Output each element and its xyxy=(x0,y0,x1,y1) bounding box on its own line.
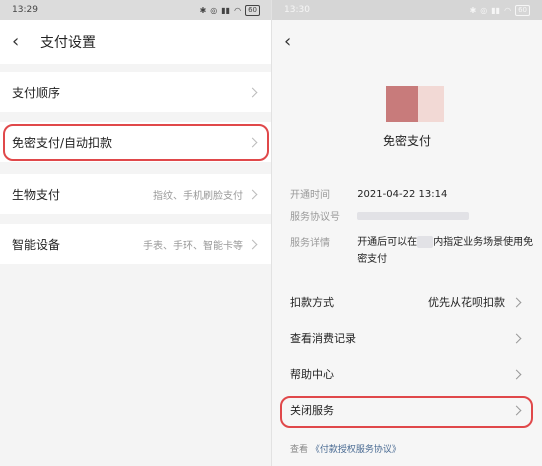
help-center-row[interactable]: 帮助中心 xyxy=(272,356,542,392)
nav-bar: ‹ 支付设置 xyxy=(0,20,272,64)
menu-item-value: 手表、手环、智能卡等 xyxy=(143,240,243,252)
menu-item-label: 生物支付 xyxy=(12,187,61,202)
consumption-records-row[interactable]: 查看消费记录 xyxy=(272,320,542,356)
menu-item-smart-devices[interactable]: 智能设备 手表、手环、智能卡等 xyxy=(0,224,272,264)
menu-item-label: 智能设备 xyxy=(12,237,61,252)
deduction-method-row[interactable]: 扣款方式 优先从花呗扣款 xyxy=(272,284,542,320)
menu-item-label: 支付顺序 xyxy=(12,85,61,100)
chevron-right-icon xyxy=(247,87,258,97)
battery-icon: 60 xyxy=(515,4,530,16)
menu-item-password-free-payment[interactable]: 免密支付/自动扣款 xyxy=(0,122,272,162)
alarm-icon: ◎ xyxy=(480,5,488,15)
status-bar: 13:29 ✱ ◎ ▮▮ ◠ 60 xyxy=(0,0,272,20)
menu-item-biometric-payment[interactable]: 生物支付 指纹、手机刷脸支付 xyxy=(0,174,272,214)
status-icons: ✱ ◎ ▮▮ ◠ 60 xyxy=(199,4,260,16)
status-time: 13:29 xyxy=(12,5,38,15)
wifi-icon: ◠ xyxy=(504,5,512,15)
payment-settings-screen: 13:29 ✱ ◎ ▮▮ ◠ 60 ‹ 支付设置 支付顺序 免密支付/自动扣款 … xyxy=(0,0,272,466)
info-label: 开通时间 xyxy=(290,190,330,201)
info-service-detail: 服务详情 开通后可以在 内指定业务场景使用免密支付 xyxy=(290,234,535,268)
chevron-right-icon xyxy=(511,333,522,343)
info-label: 服务协议号 xyxy=(290,212,340,223)
info-value-redacted xyxy=(357,208,535,225)
info-label: 服务详情 xyxy=(290,238,330,249)
info-open-time: 开通时间 2021-04-22 13:14 xyxy=(290,186,535,203)
menu-item-label: 免密支付/自动扣款 xyxy=(12,135,113,150)
chevron-right-icon xyxy=(247,189,258,199)
service-name: 免密支付 xyxy=(382,134,431,148)
signal-icon: ▮▮ xyxy=(221,5,231,15)
wifi-icon: ◠ xyxy=(234,5,242,15)
menu-item-payment-order[interactable]: 支付顺序 xyxy=(0,72,272,112)
close-service-row[interactable]: 关闭服务 xyxy=(272,392,542,428)
back-arrow-icon[interactable]: ‹ xyxy=(12,33,34,51)
info-value: 2021-04-22 13:14 xyxy=(357,189,448,200)
page-title: 支付设置 xyxy=(40,35,96,51)
battery-icon: 60 xyxy=(245,4,260,16)
row-label: 扣款方式 xyxy=(290,296,334,309)
detail-text: 开通后可以在 xyxy=(357,237,418,248)
signal-icon: ▮▮ xyxy=(491,5,501,15)
status-icons: ✱ ◎ ▮▮ ◠ 60 xyxy=(469,4,530,16)
password-free-payment-screen: 13:30 ✱ ◎ ▮▮ ◠ 60 ‹ 免密支付 开通时间 2021-04-22… xyxy=(272,0,542,466)
service-logo xyxy=(386,86,444,122)
nav-bar: ‹ xyxy=(272,20,542,64)
menu-item-value: 指纹、手机刷脸支付 xyxy=(153,190,243,202)
info-value: 开通后可以在 内指定业务场景使用免密支付 xyxy=(357,234,535,268)
alarm-icon: ◎ xyxy=(210,5,218,15)
status-bar: 13:30 ✱ ◎ ▮▮ ◠ 60 xyxy=(272,0,542,20)
status-time: 13:30 xyxy=(284,5,310,15)
row-label: 帮助中心 xyxy=(290,368,334,381)
row-value: 优先从花呗扣款 xyxy=(428,296,505,309)
bluetooth-icon: ✱ xyxy=(469,5,477,15)
chevron-right-icon xyxy=(247,239,258,249)
chevron-right-icon xyxy=(247,137,258,147)
redacted-text xyxy=(417,236,434,248)
back-arrow-icon[interactable]: ‹ xyxy=(284,33,306,51)
footer-prefix: 查看 xyxy=(290,445,309,455)
logo-block xyxy=(418,86,444,122)
chevron-right-icon xyxy=(511,405,522,415)
info-agreement-number: 服务协议号 xyxy=(290,208,535,225)
logo-block xyxy=(386,86,418,122)
row-label: 查看消费记录 xyxy=(290,332,356,345)
footer-agreement: 查看 《付款授权服务协议》 xyxy=(290,442,401,455)
chevron-right-icon xyxy=(511,297,522,307)
redacted-text xyxy=(357,212,470,220)
chevron-right-icon xyxy=(511,369,522,379)
row-label: 关闭服务 xyxy=(290,404,334,417)
agreement-link[interactable]: 《付款授权服务协议》 xyxy=(311,445,401,455)
bluetooth-icon: ✱ xyxy=(199,5,207,15)
